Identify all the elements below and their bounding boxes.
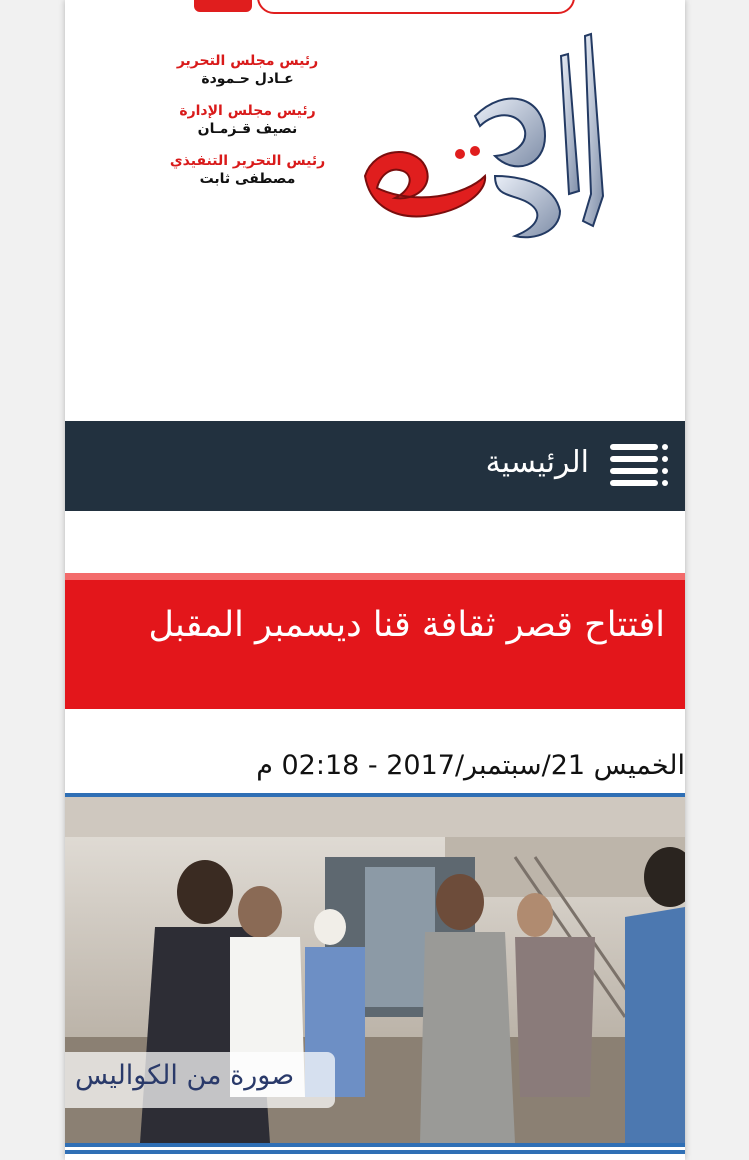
article-headline-box: افتتاح قصر ثقافة قنا ديسمبر المقبل <box>65 573 685 709</box>
article-date: الخميس 21/سبتمبر/2017 - 02:18 م <box>256 750 685 781</box>
photo-caption-box: صورة من الكواليس <box>65 1052 335 1108</box>
article-title: افتتاح قصر ثقافة قنا ديسمبر المقبل <box>148 605 665 645</box>
section-divider <box>65 1150 685 1154</box>
staff-role-board-chairman: رئيس مجلس الإدارة <box>179 103 316 119</box>
main-navbar: الرئيسية <box>65 421 685 511</box>
staff-name-executive-editor: مصطفى ثابت <box>199 171 296 187</box>
staff-role-editor-chairman: رئيس مجلس التحرير <box>176 53 319 69</box>
photo-caption: صورة من الكواليس <box>75 1060 295 1091</box>
page-container: رئيس مجلس التحرير عـادل حـمودة رئيس مجلس… <box>65 0 685 1160</box>
staff-role-executive-editor: رئيس التحرير التنفيذي <box>169 153 326 169</box>
site-logo[interactable] <box>355 26 635 246</box>
staff-name-board-chairman: نصيف قـزمـان <box>197 121 298 137</box>
hamburger-menu-icon[interactable] <box>610 441 670 491</box>
search-input[interactable] <box>257 0 575 14</box>
nav-home-link[interactable]: الرئيسية <box>486 445 589 480</box>
staff-name-editor-chairman: عـادل حـمودة <box>201 71 294 87</box>
masthead-staff: رئيس مجلس التحرير عـادل حـمودة رئيس مجلس… <box>160 52 335 202</box>
search-button[interactable] <box>194 0 252 12</box>
